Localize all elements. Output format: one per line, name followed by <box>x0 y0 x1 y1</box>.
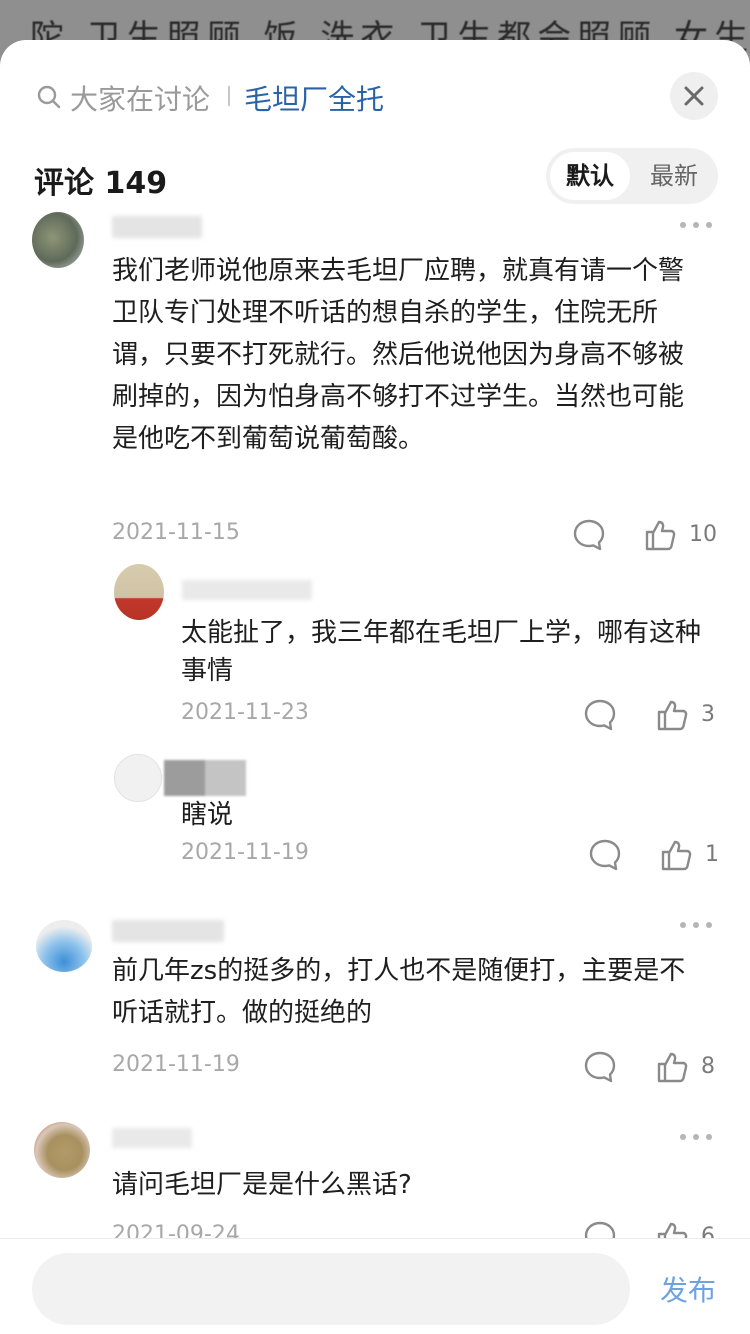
reply-date: 2021-11-23 <box>181 700 309 725</box>
reply-bubble-icon[interactable] <box>588 838 622 872</box>
comment-date: 2021-11-19 <box>112 1052 240 1077</box>
topic-link[interactable]: 毛坦厂全托 <box>244 78 384 118</box>
close-button[interactable] <box>670 72 718 120</box>
comment-date: 2021-11-15 <box>112 520 240 545</box>
reply-bubble-icon[interactable] <box>572 518 606 552</box>
avatar[interactable] <box>114 564 164 620</box>
publish-button[interactable]: 发布 <box>660 1269 716 1309</box>
avatar[interactable] <box>114 754 162 802</box>
close-icon <box>684 86 704 106</box>
thumbs-up-icon[interactable] <box>655 698 689 732</box>
username-blurred[interactable] <box>164 760 246 796</box>
like-count: 10 <box>689 522 717 547</box>
reply-bubble-icon[interactable] <box>583 1050 617 1084</box>
username-blurred[interactable] <box>182 580 312 600</box>
like-count: 3 <box>701 702 715 727</box>
search-icon <box>37 85 61 109</box>
comment-input[interactable] <box>32 1253 630 1325</box>
reply-text: 太能扯了，我三年都在毛坦厂上学，哪有这种事情 <box>181 618 702 686</box>
like-count: 8 <box>701 1054 715 1079</box>
reply-text: 瞎说 <box>181 800 234 830</box>
sort-toggle: 默认 最新 <box>546 148 718 204</box>
avatar[interactable] <box>32 212 84 268</box>
avatar[interactable] <box>36 920 92 972</box>
thumbs-up-icon[interactable] <box>643 518 677 552</box>
more-icon[interactable] <box>680 1130 716 1144</box>
comments-count-title: 评论 149 <box>34 166 168 201</box>
thumbs-up-icon[interactable] <box>655 1050 689 1084</box>
reply-bubble-icon[interactable] <box>583 698 617 732</box>
comment-text: 请问毛坦厂是是什么黑话? <box>112 1170 412 1200</box>
topbar-divider <box>228 86 230 106</box>
reply-date: 2021-11-19 <box>181 840 309 865</box>
thumbs-up-icon[interactable] <box>659 838 693 872</box>
username-blurred[interactable] <box>112 920 224 942</box>
comments-sheet: 大家在讨论 毛坦厂全托 评论 149 默认 最新 我们老师说他原来去毛坦厂应聘，… <box>0 40 750 1334</box>
more-icon[interactable] <box>680 918 716 932</box>
comment-compose-bar: 发布 <box>0 1238 750 1334</box>
sheet-topbar: 大家在讨论 毛坦厂全托 <box>0 40 750 140</box>
username-blurred[interactable] <box>112 1128 192 1148</box>
comment-text: 我们老师说他原来去毛坦厂应聘，就真有请一个警卫队专门处理不听话的想自杀的学生，住… <box>112 256 685 454</box>
sort-default-tab[interactable]: 默认 <box>550 152 630 200</box>
sort-newest-tab[interactable]: 最新 <box>634 152 714 200</box>
search-hint[interactable]: 大家在讨论 <box>70 78 210 118</box>
avatar[interactable] <box>34 1122 90 1178</box>
comments-header: 评论 149 默认 最新 <box>0 146 750 216</box>
like-count: 1 <box>705 842 719 867</box>
more-icon[interactable] <box>680 218 716 232</box>
comment-text: 前几年zs的挺多的，打人也不是随便打，主要是不听话就打。做的挺绝的 <box>112 956 686 1028</box>
username-blurred[interactable] <box>112 216 202 238</box>
